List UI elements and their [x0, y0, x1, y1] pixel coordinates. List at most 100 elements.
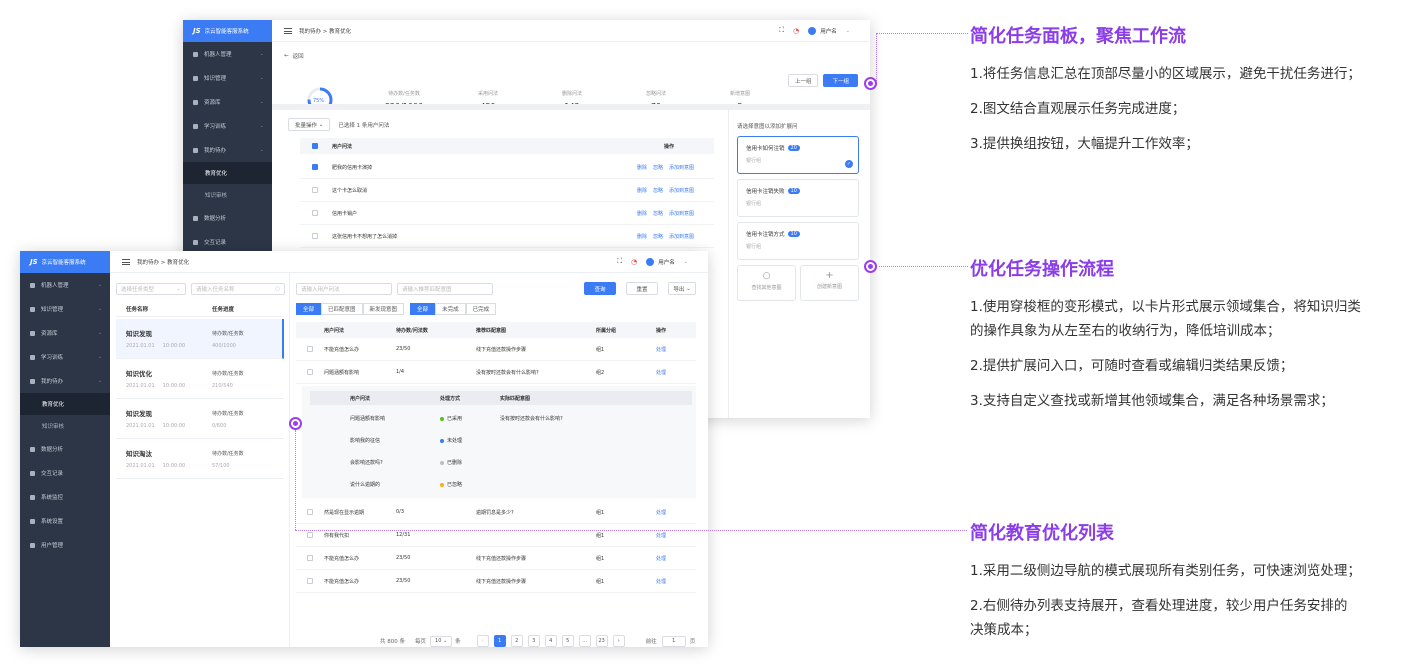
export-button[interactable]: 导出 ⌄ [668, 282, 696, 295]
row-checkbox[interactable] [312, 233, 318, 239]
row-action-link[interactable]: 添加到意图 [669, 187, 694, 194]
notification-icon[interactable]: ◔ [793, 27, 799, 35]
row-checkbox[interactable] [307, 532, 313, 538]
next-group-button[interactable]: 下一组 [823, 74, 858, 87]
filter-tab[interactable]: 未完成 [435, 303, 466, 315]
sidebar-item[interactable]: 用户管理 [20, 533, 110, 557]
sidebar-item-label: 机器人管理 [41, 283, 69, 289]
row-checkbox[interactable] [307, 555, 313, 561]
task-list-item[interactable]: 知识淘汰 2021.01.01 10:00:00 待办数/任务数 57/100 [116, 439, 284, 479]
sidebar-subitem[interactable]: 教育优化 [183, 162, 272, 184]
row-checkbox[interactable] [312, 210, 318, 216]
sidebar-item[interactable]: 机器人管理 ⌄ [183, 42, 272, 66]
row-action-link[interactable]: 添加到意图 [669, 210, 694, 217]
intent-card[interactable]: 信用卡注销失败 10 银行组 [737, 179, 859, 217]
batch-operation-button[interactable]: 批量操作 ⌄ [288, 118, 331, 131]
page-button[interactable]: 1 [493, 635, 506, 647]
username[interactable]: 用户名 [658, 258, 675, 266]
sidebar-subitem[interactable]: 知识审核 [183, 184, 272, 206]
intent-card[interactable]: 信用卡注销方式 10 银行组 [737, 222, 859, 260]
sidebar-item[interactable]: 系统设置 [20, 509, 110, 533]
process-link[interactable]: 处理 [656, 578, 666, 585]
goto-page-input[interactable]: 1 [661, 635, 686, 647]
page-button[interactable]: 4 [544, 635, 557, 647]
page-button[interactable]: ... [578, 635, 591, 647]
create-intent-card[interactable]: + 创建新意图 [800, 265, 859, 301]
row-checkbox[interactable] [307, 578, 313, 584]
sidebar-item[interactable]: 知识管理 ⌄ [183, 66, 272, 90]
reset-button[interactable]: 重置 [626, 282, 658, 295]
notification-icon[interactable]: ◔ [631, 258, 637, 266]
sidebar-item[interactable]: 资源库 ⌄ [20, 321, 110, 345]
avatar[interactable] [808, 26, 817, 35]
page-size-select[interactable]: 10 ⌄ [430, 635, 453, 647]
row-action-link[interactable]: 删除 [637, 210, 647, 217]
row-checkbox[interactable] [307, 346, 313, 352]
sidebar-item[interactable]: 我的待办 ⌄ [183, 138, 272, 162]
sidebar-item[interactable]: 学习训练 ⌄ [183, 114, 272, 138]
menu-toggle-icon[interactable] [122, 258, 130, 265]
page-button[interactable]: 23 [595, 635, 608, 647]
menu-toggle-icon[interactable] [284, 27, 292, 34]
task-type-select[interactable]: 选择任务类型 ⌄ [116, 283, 186, 295]
sidebar-item[interactable]: 系统监控 [20, 485, 110, 509]
query-button[interactable]: 查询 [584, 282, 616, 295]
question-input[interactable]: 请输入用户问法 [296, 283, 392, 295]
sidebar-item[interactable]: 数据分析 [183, 206, 272, 230]
back-link[interactable]: ← 返回 [284, 52, 304, 60]
filter-tab[interactable]: 已匹配意图 [321, 303, 363, 315]
task-list-item[interactable]: 知识发现 2021.01.01 10:00:00 待办数/任务数 400/1000 [116, 319, 284, 359]
row-action-link[interactable]: 添加到意图 [669, 233, 694, 240]
process-link[interactable]: 处理 [656, 532, 666, 539]
row-checkbox[interactable] [312, 187, 318, 193]
username[interactable]: 用户名 [820, 27, 837, 35]
task-list-item[interactable]: 知识发现 2021.01.01 10:00:00 待办数/任务数 0/600 [116, 399, 284, 439]
find-other-intent-card[interactable]: ○ 查找其他意图 [737, 265, 796, 301]
row-checkbox[interactable] [307, 369, 313, 375]
sidebar-subitem[interactable]: 教育优化 [20, 393, 110, 415]
prev-page-button[interactable]: ‹ [476, 635, 489, 647]
filter-tab[interactable]: 新发现意图 [362, 303, 405, 315]
row-action-link[interactable]: 添加到意图 [669, 164, 694, 171]
sidebar-item[interactable]: 知识管理 ⌄ [20, 297, 110, 321]
filter-tab[interactable]: 已完成 [465, 303, 497, 315]
next-page-button[interactable]: › [612, 635, 625, 647]
sidebar-item[interactable]: 资源库 ⌄ [183, 90, 272, 114]
sidebar-item[interactable]: 学习训练 ⌄ [20, 345, 110, 369]
row-action-link[interactable]: 删除 [637, 233, 647, 240]
process-link[interactable]: 处理 [656, 369, 666, 376]
avatar[interactable] [646, 257, 655, 266]
row-action-link[interactable]: 忽略 [653, 233, 663, 240]
process-link[interactable]: 处理 [656, 346, 666, 353]
intent-input[interactable]: 请输入推荐匹配意图 [397, 283, 493, 295]
column-header: 用户问法 [324, 328, 345, 334]
chevron-down-icon: ⌄ [259, 147, 264, 153]
task-list-item[interactable]: 知识优化 2021.01.01 10:00:00 待办数/任务数 210/540 [116, 359, 284, 399]
fullscreen-icon[interactable]: ⛶ [779, 26, 784, 35]
row-action-link[interactable]: 删除 [637, 187, 647, 194]
page-button[interactable]: 3 [527, 635, 540, 647]
row-checkbox[interactable] [307, 509, 313, 515]
intent-card[interactable]: 信用卡如何注销 20 银行组 ✓ [737, 136, 859, 174]
sidebar-item[interactable]: 交互记录 [20, 461, 110, 485]
filter-tab[interactable]: 全部 [296, 303, 322, 315]
filter-tab[interactable]: 全部 [410, 303, 436, 315]
sidebar-item[interactable]: 机器人管理 ⌄ [20, 273, 110, 297]
process-link[interactable]: 处理 [656, 555, 666, 562]
row-action-link[interactable]: 忽略 [653, 210, 663, 217]
task-name-input[interactable]: 请输入任务名称 ○ [191, 283, 285, 295]
sidebar-subitem[interactable]: 知识审核 [20, 415, 110, 437]
row-checkbox[interactable] [312, 164, 318, 170]
select-all-checkbox[interactable] [312, 143, 318, 149]
row-action-link[interactable]: 忽略 [653, 164, 663, 171]
row-action-link[interactable]: 忽略 [653, 187, 663, 194]
fullscreen-icon[interactable]: ⛶ [617, 257, 622, 266]
row-action-link[interactable]: 删除 [637, 164, 647, 171]
page-button[interactable]: 5 [561, 635, 574, 647]
prev-group-button[interactable]: 上一组 [787, 74, 819, 87]
sidebar-item[interactable]: 数据分析 [20, 437, 110, 461]
page-button[interactable]: 2 [510, 635, 523, 647]
process-link[interactable]: 处理 [656, 509, 666, 516]
connector [879, 266, 968, 267]
sidebar-item[interactable]: 我的待办 ⌄ [20, 369, 110, 393]
